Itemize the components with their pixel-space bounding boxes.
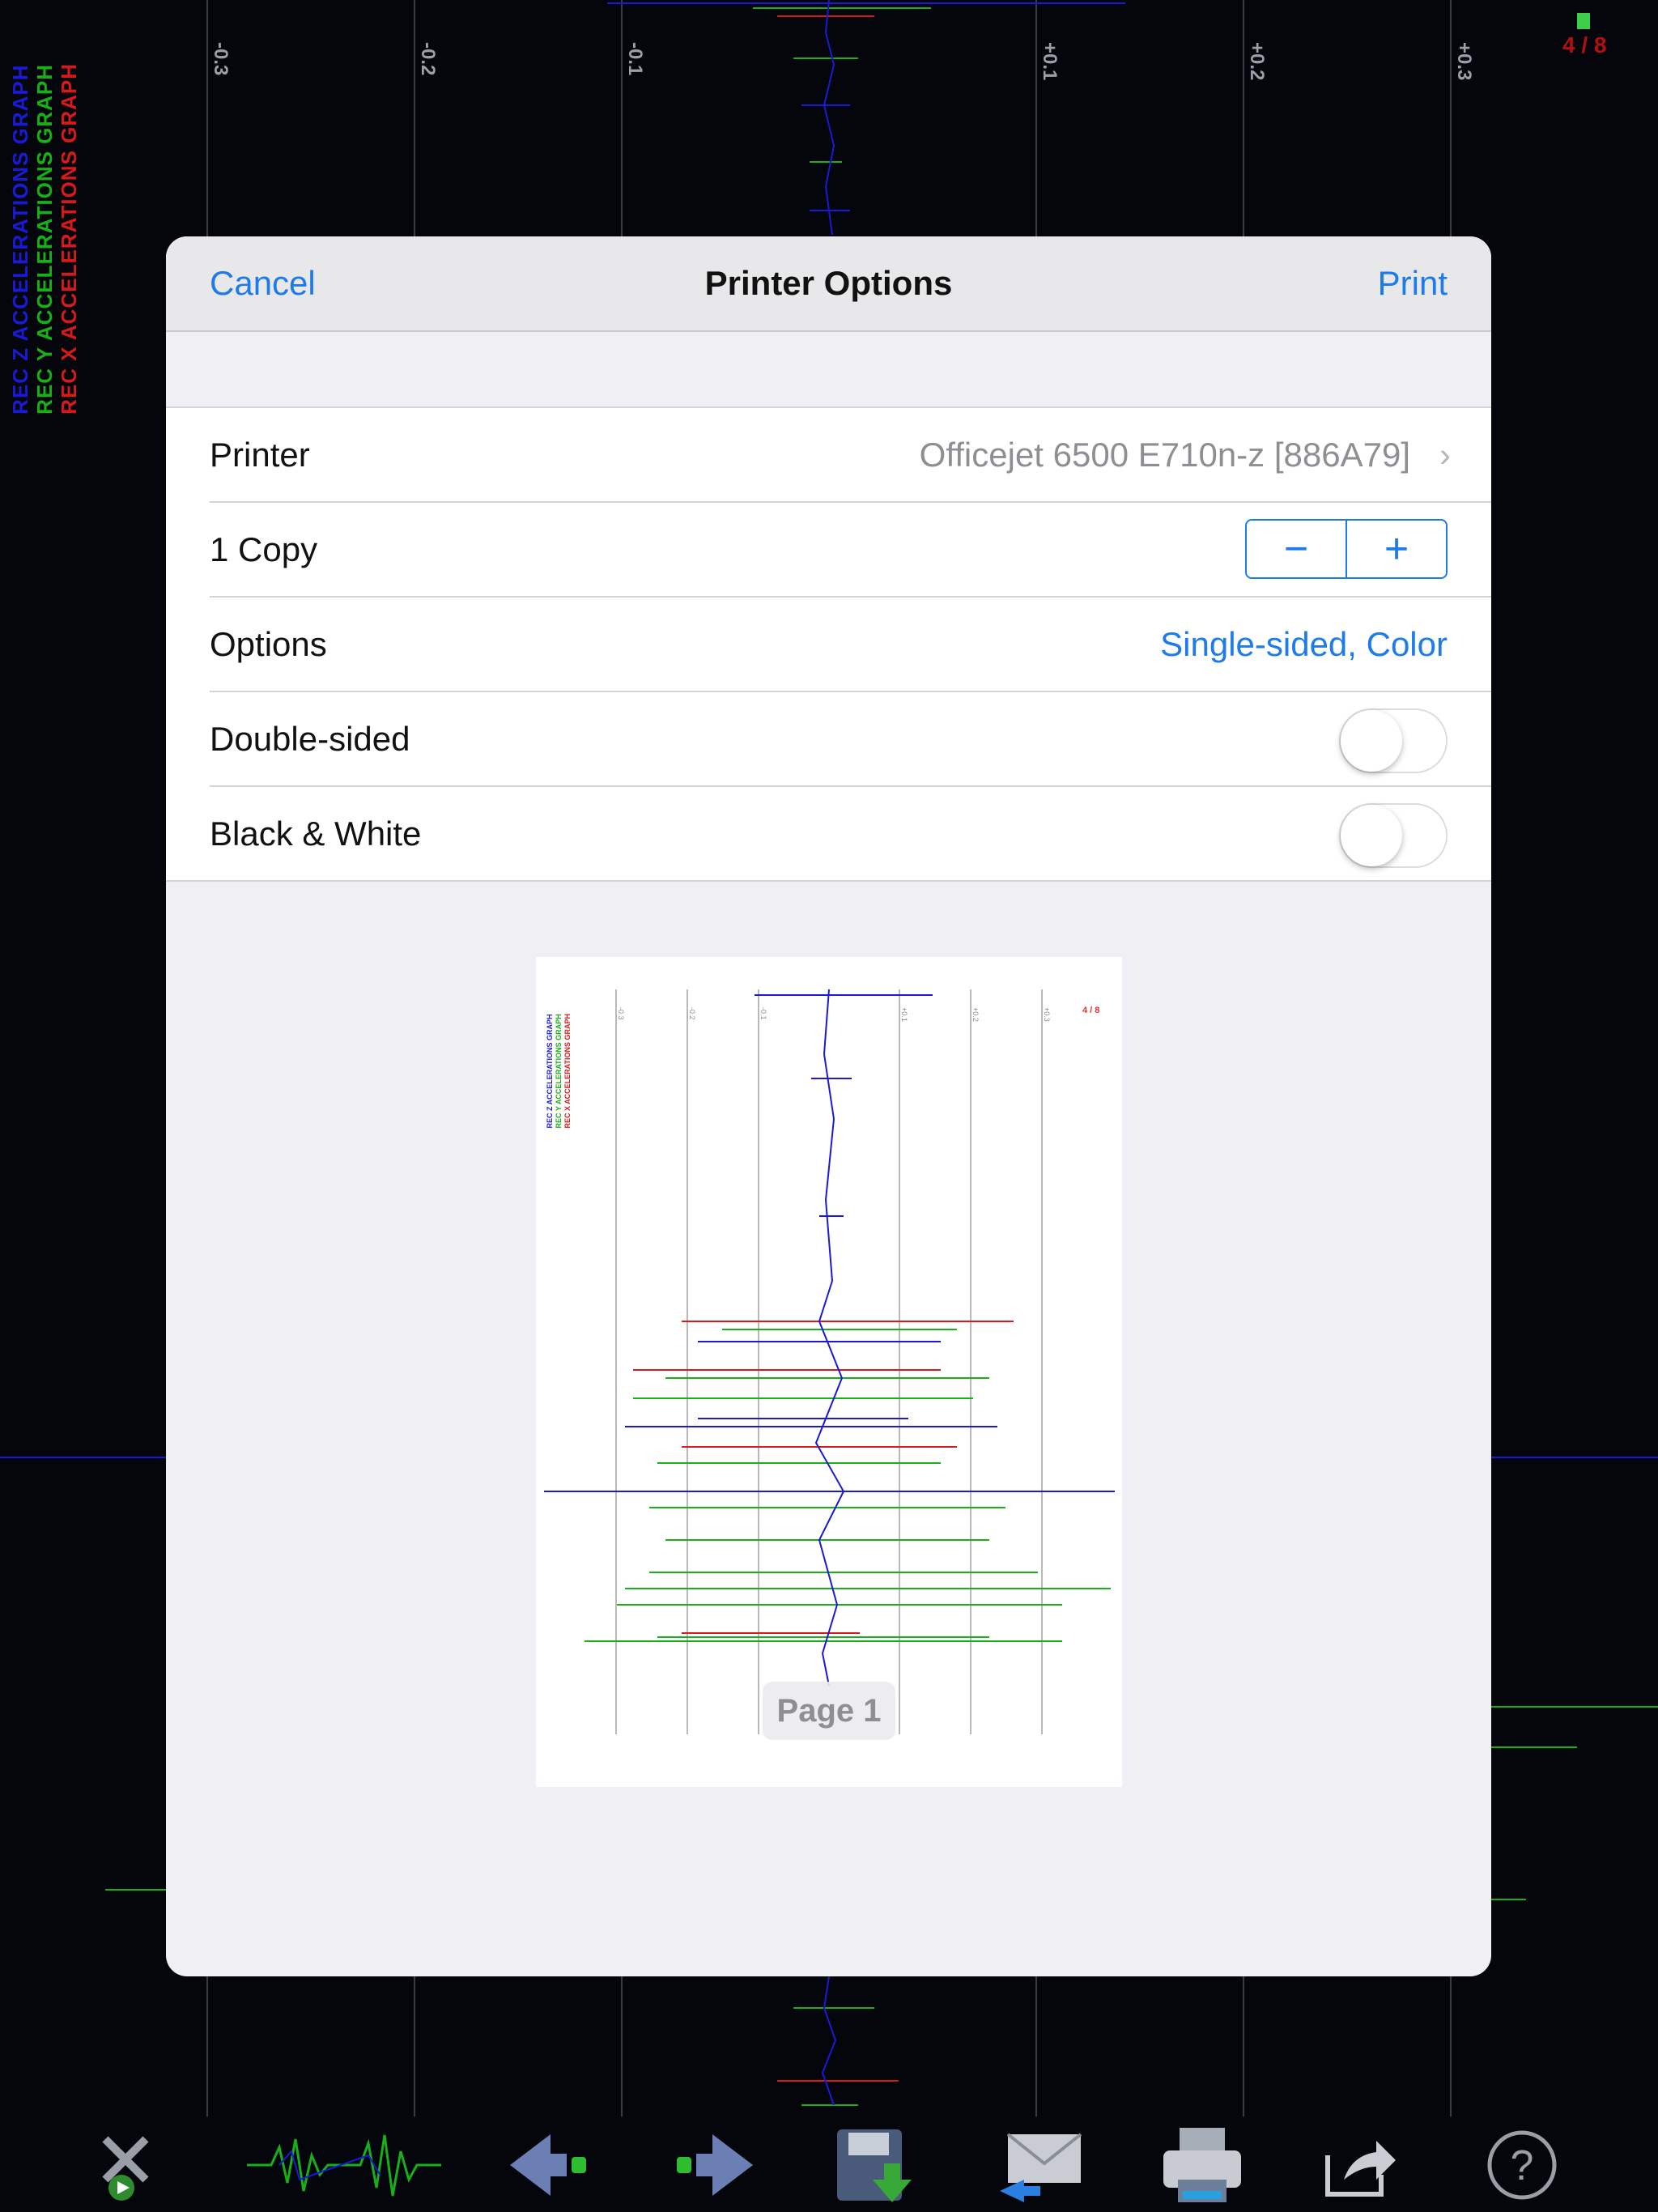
- copies-label: 1 Copy: [210, 530, 318, 568]
- black-white-label: Black & White: [210, 815, 422, 853]
- page-preview[interactable]: REC Z ACCELERATIONS GRAPH REC Y ACCELERA…: [536, 957, 1122, 1787]
- preview-axis-tick: +0.3: [1043, 1007, 1051, 1022]
- chevron-right-icon: ›: [1439, 436, 1451, 474]
- axis-tick: +0.3: [1453, 42, 1475, 81]
- double-sided-toggle[interactable]: [1339, 708, 1448, 773]
- black-white-toggle[interactable]: [1339, 803, 1448, 868]
- black-white-row: Black & White: [210, 787, 1491, 880]
- tools-icon[interactable]: [89, 2123, 186, 2207]
- axis-tick: +0.2: [1246, 42, 1268, 81]
- dialog-header: Cancel Printer Options Print: [166, 236, 1491, 332]
- bottom-toolbar: ?: [0, 2116, 1658, 2212]
- preview-axis-tick: +0.2: [971, 1007, 980, 1022]
- legend-z: REC Z ACCELERATIONS GRAPH: [8, 64, 32, 415]
- print-settings-list: Printer Officejet 6500 E710n-z [886A79] …: [166, 406, 1491, 882]
- preview-legend-x: REC X ACCELERATIONS GRAPH: [563, 1014, 572, 1129]
- save-icon[interactable]: [827, 2123, 925, 2207]
- axis-tick: +0.1: [1039, 42, 1061, 81]
- decrement-button[interactable]: −: [1247, 521, 1346, 577]
- options-label: Options: [210, 625, 327, 663]
- preview-legend-y: REC Y ACCELERATIONS GRAPH: [555, 1014, 563, 1129]
- double-sided-label: Double-sided: [210, 720, 410, 758]
- dialog-title: Printer Options: [704, 264, 953, 302]
- help-icon[interactable]: ?: [1473, 2123, 1571, 2207]
- svg-text:?: ?: [1511, 2142, 1534, 2189]
- axis-tick: -0.2: [417, 42, 439, 76]
- preview-axis-tick: -0.2: [688, 1007, 696, 1020]
- next-icon[interactable]: [664, 2123, 761, 2207]
- battery-icon: [1577, 13, 1590, 29]
- page-number-badge: Page 1: [763, 1682, 895, 1740]
- waveform-icon[interactable]: [247, 2123, 441, 2207]
- double-sided-row: Double-sided: [210, 692, 1491, 787]
- legend-y: REC Y ACCELERATIONS GRAPH: [32, 63, 57, 415]
- graph-legend: REC Z ACCELERATIONS GRAPH REC Y ACCELERA…: [8, 63, 81, 415]
- increment-button[interactable]: +: [1347, 521, 1446, 577]
- preview-legend-z: REC Z ACCELERATIONS GRAPH: [546, 1014, 554, 1129]
- preview-axis-tick: -0.1: [759, 1007, 767, 1020]
- print-button[interactable]: Print: [1378, 264, 1448, 303]
- share-icon[interactable]: [1312, 2123, 1409, 2207]
- axis-tick: -0.1: [624, 42, 646, 76]
- printer-options-dialog: Cancel Printer Options Print Printer Off…: [166, 236, 1491, 1976]
- legend-x: REC X ACCELERATIONS GRAPH: [57, 63, 81, 415]
- previous-icon[interactable]: [502, 2123, 599, 2207]
- printer-value: Officejet 6500 E710n-z [886A79]: [919, 436, 1410, 474]
- options-row[interactable]: Options Single-sided, Color: [210, 598, 1491, 692]
- preview-page-counter: 4 / 8: [1082, 1006, 1100, 1015]
- preview-axis-tick: -0.3: [617, 1007, 625, 1020]
- printer-label: Printer: [210, 436, 310, 474]
- mail-icon[interactable]: [992, 2123, 1089, 2207]
- preview-axis-tick: +0.1: [900, 1007, 908, 1022]
- printer-row[interactable]: Printer Officejet 6500 E710n-z [886A79] …: [210, 408, 1491, 503]
- preview-legend: REC Z ACCELERATIONS GRAPH REC Y ACCELERA…: [546, 1014, 572, 1129]
- printer-icon[interactable]: [1154, 2123, 1251, 2207]
- copies-row: 1 Copy − +: [210, 503, 1491, 598]
- axis-tick: -0.3: [210, 42, 232, 76]
- preview-graph: [544, 989, 1115, 1734]
- page-counter: 4 / 8: [1562, 32, 1607, 57]
- options-value[interactable]: Single-sided, Color: [1160, 625, 1448, 664]
- copies-stepper: − +: [1245, 519, 1448, 579]
